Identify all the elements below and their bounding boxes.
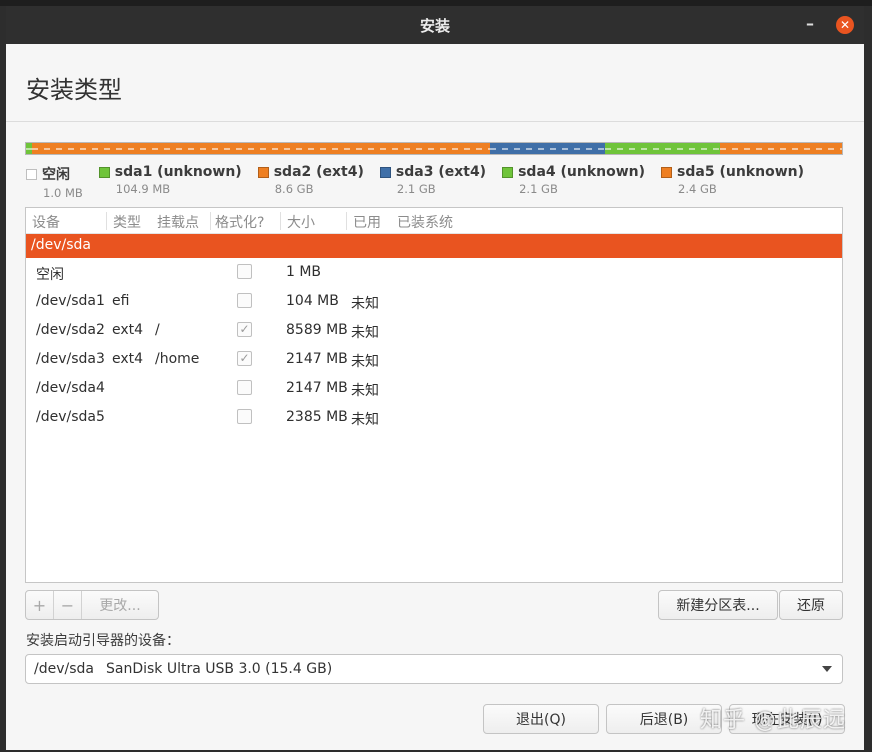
legend-item-sda5: sda5 (unknown) 2.4 GB: [661, 164, 804, 200]
cell-used: 未知: [351, 412, 379, 428]
table-row[interactable]: /dev/sda3 ext4 /home ✓ 2147 MB 未知: [26, 345, 842, 374]
cell-device: /dev/sda4: [36, 380, 105, 396]
chevron-down-icon[interactable]: [822, 666, 832, 672]
cell-type: ext4: [112, 322, 144, 338]
cell-used: 未知: [351, 354, 379, 370]
legend-label: sda4 (unknown): [518, 164, 646, 180]
cell-device: /dev/sda2: [36, 322, 105, 338]
partition-segment-sda4: [605, 143, 720, 154]
cell-size: 2147 MB: [286, 380, 348, 396]
table-row[interactable]: /dev/sda2 ext4 / ✓ 8589 MB 未知: [26, 316, 842, 345]
table-row[interactable]: /dev/sda5 2385 MB 未知: [26, 403, 842, 432]
legend-swatch: [661, 166, 673, 178]
cell-mount: /home: [155, 351, 200, 367]
legend-item-sda4: sda4 (unknown) 2.1 GB: [502, 164, 645, 200]
cell-size: 8589 MB: [286, 322, 348, 338]
partition-table[interactable]: 设备 类型 挂载点 格式化? 大小 已用 已装系统 /dev/sda 空闲 1 …: [25, 207, 843, 583]
partition-segment-sda5: [719, 143, 842, 154]
add-partition-button[interactable]: +: [26, 591, 54, 619]
page-title: 安装类型: [26, 76, 122, 104]
legend-swatch: [98, 166, 110, 178]
legend-label: 空闲: [42, 167, 70, 183]
window-title: 安装: [419, 16, 450, 35]
format-checkbox[interactable]: [237, 380, 252, 395]
close-icon[interactable]: ✕: [836, 16, 854, 34]
cell-device: /dev/sda5: [36, 409, 105, 425]
column-divider: [106, 212, 107, 230]
remove-partition-button[interactable]: −: [54, 591, 82, 619]
legend-size: 104.9 MB: [115, 182, 171, 196]
legend-label: sda2 (ext4): [273, 164, 364, 180]
partition-legend: 空闲 1.0 MB sda1 (unknown) 104.9 MB sda2 (…: [26, 164, 804, 200]
column-divider: [210, 212, 211, 230]
legend-item-free: 空闲 1.0 MB: [26, 164, 83, 200]
legend-size: 2.1 GB: [519, 182, 558, 196]
legend-swatch: [26, 168, 37, 180]
legend-size: 2.4 GB: [678, 182, 717, 196]
cell-used: 未知: [351, 383, 379, 399]
legend-item-sda3: sda3 (ext4) 2.1 GB: [379, 164, 487, 200]
installer-window: 安装 – ✕ 安装类型 空闲 1.0 MB sda1 (unknown) 104…: [6, 6, 864, 752]
legend-item-sda2: sda2 (ext4) 8.6 GB: [257, 164, 364, 200]
cell-device: /dev/sda1: [36, 293, 105, 309]
partition-segment-sda2: [32, 143, 491, 154]
legend-size: 1.0 MB: [43, 186, 83, 200]
legend-size: 2.1 GB: [396, 182, 436, 196]
table-row[interactable]: 空闲 1 MB: [26, 258, 842, 287]
new-partition-table-button[interactable]: 新建分区表...: [658, 590, 778, 620]
format-checkbox[interactable]: [237, 264, 252, 279]
partition-bar: [25, 142, 843, 155]
cell-device: /dev/sda3: [36, 351, 105, 367]
header-divider: [6, 121, 864, 122]
format-checkbox-checked[interactable]: ✓: [237, 322, 252, 337]
cell-size: 1 MB: [286, 264, 322, 280]
column-header-used[interactable]: 已用: [353, 212, 381, 232]
cell-size: 2385 MB: [286, 409, 348, 425]
quit-button[interactable]: 退出(Q): [483, 704, 599, 734]
legend-swatch: [379, 166, 391, 178]
partition-toolbar: + − 更改...: [25, 590, 159, 620]
format-checkbox[interactable]: [237, 293, 252, 308]
partition-segment-sda3: [490, 143, 606, 154]
disk-label: /dev/sda: [31, 237, 91, 253]
watermark: 知乎 @此辰远: [700, 708, 846, 733]
cell-device: 空闲: [36, 267, 64, 283]
revert-button[interactable]: 还原: [779, 590, 843, 620]
cell-mount: /: [155, 322, 160, 338]
legend-swatch: [502, 166, 514, 178]
column-divider: [346, 212, 347, 230]
legend-item-sda1: sda1 (unknown) 104.9 MB: [98, 164, 242, 200]
change-partition-button[interactable]: 更改...: [82, 591, 158, 619]
legend-label: sda5 (unknown): [677, 164, 804, 180]
title-bar[interactable]: 安装 – ✕: [6, 6, 864, 44]
legend-label: sda3 (ext4): [395, 164, 487, 180]
table-header: 设备 类型 挂载点 格式化? 大小 已用 已装系统: [26, 208, 842, 234]
cell-used: 未知: [351, 325, 379, 341]
cell-type: ext4: [112, 351, 144, 367]
cell-size: 104 MB: [286, 293, 339, 309]
column-header-mount[interactable]: 挂载点: [157, 212, 199, 232]
format-checkbox[interactable]: [237, 409, 252, 424]
legend-label: sda1 (unknown): [114, 164, 242, 180]
table-row[interactable]: /dev/sda4 2147 MB 未知: [26, 374, 842, 403]
column-header-type[interactable]: 类型: [113, 212, 141, 232]
column-header-device[interactable]: 设备: [32, 212, 60, 232]
cell-type: efi: [112, 293, 130, 309]
bootloader-device-path: /dev/sda: [34, 661, 94, 677]
cell-used: 未知: [351, 296, 379, 312]
format-checkbox-checked[interactable]: ✓: [237, 351, 252, 366]
bootloader-device-select[interactable]: /dev/sda SanDisk Ultra USB 3.0 (15.4 GB): [25, 654, 843, 684]
column-divider: [280, 212, 281, 230]
disk-row-sda[interactable]: /dev/sda: [26, 234, 842, 258]
column-header-system[interactable]: 已装系统: [397, 212, 453, 232]
column-header-format[interactable]: 格式化?: [215, 212, 264, 232]
minimize-icon[interactable]: –: [800, 14, 820, 34]
bootloader-device-label: 安装启动引导器的设备：: [26, 633, 180, 649]
legend-size: 8.6 GB: [274, 182, 314, 196]
table-row[interactable]: /dev/sda1 efi 104 MB 未知: [26, 287, 842, 316]
bootloader-device-description: SanDisk Ultra USB 3.0 (15.4 GB): [105, 661, 333, 677]
cell-size: 2147 MB: [286, 351, 348, 367]
column-header-size[interactable]: 大小: [287, 212, 315, 232]
legend-swatch: [257, 166, 269, 178]
